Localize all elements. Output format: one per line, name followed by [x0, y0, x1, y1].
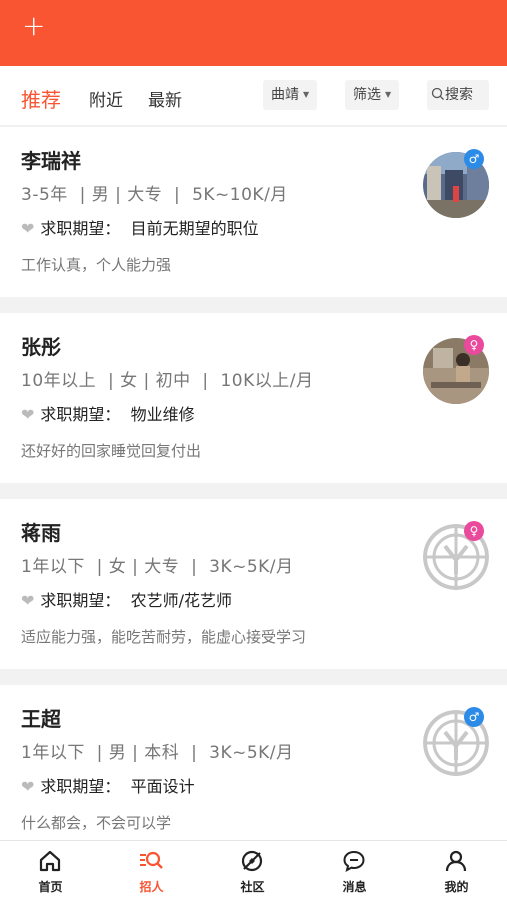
expect-label: 求职期望： — [40, 219, 121, 238]
nav-home-label: 首页 — [38, 880, 63, 894]
search-label: 搜索 — [445, 87, 473, 103]
filter-dropdown[interactable]: 筛选 ▼ — [345, 80, 400, 110]
city-dropdown[interactable]: 曲靖 ▼ — [263, 80, 318, 110]
nav-messages[interactable]: 消息 — [304, 841, 405, 900]
candidate-card[interactable]: 王超 1年以下 | 男 | 本科 | 3K~5K/月 ❤ 求职期望： 平面设计 什… — [0, 685, 507, 840]
candidate-card[interactable]: 李瑞祥 3-5年 | 男 | 大专 | 5K~10K/月 ❤ 求职期望： 目前无期… — [0, 127, 507, 297]
female-icon: ♀ — [464, 521, 484, 541]
job-expectation: ❤ 求职期望： 物业维修 — [21, 401, 195, 425]
tab-bar: 推荐 附近 最新 曲靖 ▼ 筛选 ▼ 搜索 — [0, 66, 507, 126]
search-icon — [431, 87, 444, 100]
nav-recruit[interactable]: 招人 — [101, 841, 202, 900]
compass-icon — [241, 850, 263, 872]
candidate-meta: 1年以下 | 男 | 本科 | 3K~5K/月 — [21, 743, 294, 763]
nav-community-label: 社区 — [240, 880, 265, 894]
candidate-card[interactable]: 蒋雨 1年以下 | 女 | 大专 | 3K~5K/月 ❤ 求职期望： 农艺师/花艺… — [0, 499, 507, 669]
candidate-meta: 10年以上 | 女 | 初中 | 10K以上/月 — [21, 371, 314, 391]
candidate-name: 李瑞祥 — [21, 149, 81, 173]
expect-label: 求职期望： — [40, 777, 121, 796]
nav-mine-label: 我的 — [444, 880, 469, 894]
expect-value: 农艺师/花艺师 — [130, 591, 232, 610]
plus-icon[interactable]: + — [22, 12, 45, 40]
nav-messages-label: 消息 — [342, 880, 367, 894]
city-label: 曲靖 — [271, 87, 299, 103]
candidate-description: 工作认真，个人能力强 — [21, 256, 172, 274]
job-expectation: ❤ 求职期望： 农艺师/花艺师 — [21, 587, 232, 611]
bottom-nav: 首页 招人 社区 消息 我的 — [0, 840, 507, 900]
tab-nearby[interactable]: 附近 — [89, 86, 123, 111]
heart-icon: ❤ — [21, 591, 35, 610]
expect-label: 求职期望： — [40, 405, 121, 424]
nav-mine[interactable]: 我的 — [406, 841, 507, 900]
heart-icon: ❤ — [21, 219, 35, 238]
candidate-name: 张彤 — [21, 335, 61, 359]
caret-down-icon: ▼ — [303, 90, 310, 99]
candidate-card[interactable]: 张彤 10年以上 | 女 | 初中 | 10K以上/月 ❤ 求职期望： 物业维修 … — [0, 313, 507, 483]
search-button[interactable]: 搜索 — [427, 80, 489, 110]
nav-recruit-label: 招人 — [139, 880, 164, 894]
home-icon — [39, 850, 61, 872]
expect-label: 求职期望： — [40, 591, 121, 610]
nav-home[interactable]: 首页 — [0, 841, 101, 900]
candidate-description: 什么都会，不会可以学 — [21, 814, 172, 832]
caret-down-icon: ▼ — [385, 90, 392, 99]
top-bar: + — [0, 0, 507, 66]
candidate-description: 还好好的回家睡觉回复付出 — [21, 442, 202, 460]
filter-label: 筛选 — [353, 87, 381, 103]
heart-icon: ❤ — [21, 405, 35, 424]
job-expectation: ❤ 求职期望： 平面设计 — [21, 773, 195, 797]
chat-bubble-icon — [343, 850, 365, 872]
recruit-search-icon — [140, 851, 163, 869]
candidate-description: 适应能力强，能吃苦耐劳，能虚心接受学习 — [21, 628, 307, 646]
tab-latest[interactable]: 最新 — [148, 86, 182, 111]
user-icon — [445, 850, 467, 872]
nav-community[interactable]: 社区 — [202, 841, 303, 900]
candidate-meta: 1年以下 | 女 | 大专 | 3K~5K/月 — [21, 557, 294, 577]
tab-recommend[interactable]: 推荐 — [21, 84, 61, 113]
expect-value: 目前无期望的职位 — [130, 219, 259, 238]
candidate-name: 蒋雨 — [21, 521, 61, 545]
female-icon: ♀ — [464, 335, 484, 355]
expect-value: 平面设计 — [130, 777, 195, 796]
male-icon: ♂ — [464, 707, 484, 727]
candidate-meta: 3-5年 | 男 | 大专 | 5K~10K/月 — [21, 185, 288, 205]
heart-icon: ❤ — [21, 777, 35, 796]
expect-value: 物业维修 — [130, 405, 195, 424]
job-expectation: ❤ 求职期望： 目前无期望的职位 — [21, 215, 259, 239]
candidate-name: 王超 — [21, 707, 61, 731]
male-icon: ♂ — [464, 149, 484, 169]
